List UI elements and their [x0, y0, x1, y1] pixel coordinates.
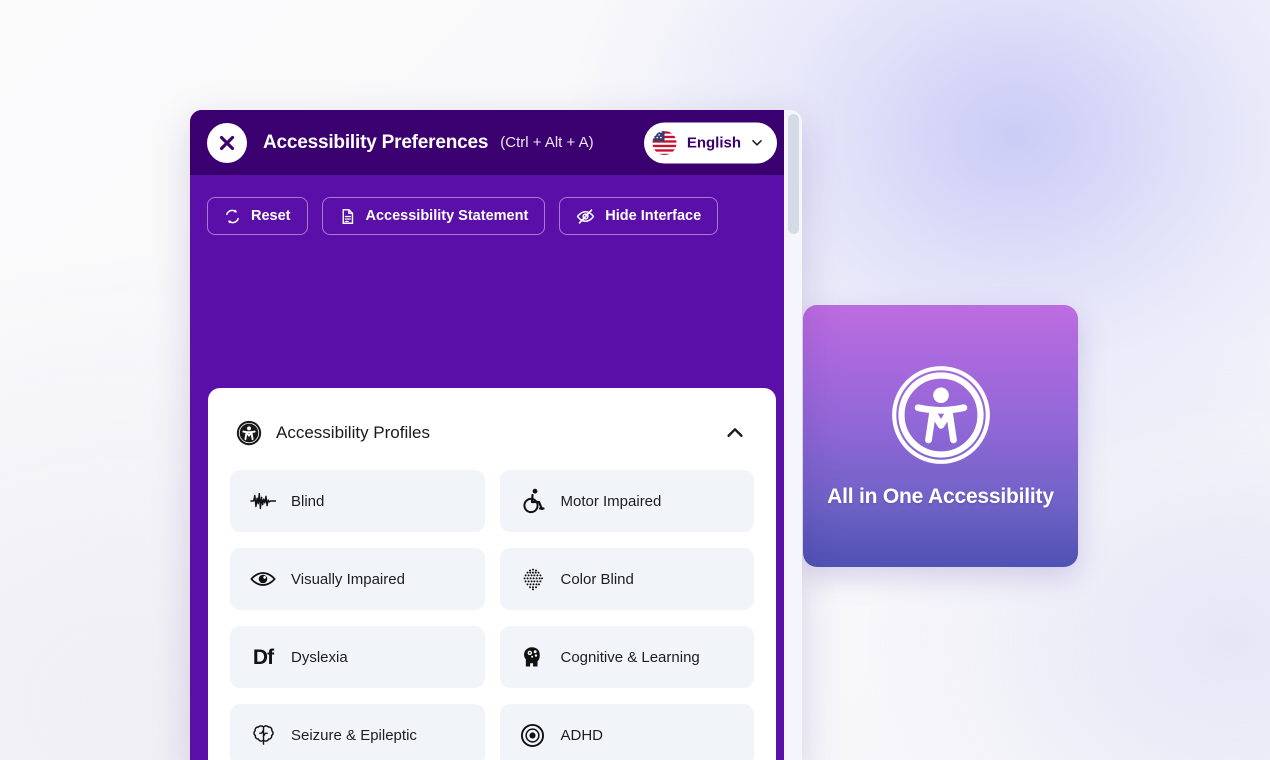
- accessibility-panel: Accessibility Preferences (Ctrl + Alt + …: [190, 110, 802, 760]
- profile-motor-impaired[interactable]: Motor Impaired: [499, 470, 754, 532]
- eye-icon: [250, 566, 276, 592]
- profile-blind[interactable]: Blind: [230, 470, 485, 532]
- df-letters-icon: Df: [252, 645, 274, 669]
- color-dots-icon: [520, 566, 546, 592]
- accessibility-statement-button[interactable]: Accessibility Statement: [321, 197, 546, 235]
- panel-content: Accessibility Preferences (Ctrl + Alt + …: [190, 110, 784, 760]
- profile-color-blind[interactable]: Color Blind: [499, 548, 754, 610]
- reset-button[interactable]: Reset: [207, 197, 308, 235]
- profile-adhd[interactable]: ADHD: [499, 704, 754, 760]
- promo-widget[interactable]: All in One Accessibility: [803, 305, 1078, 567]
- profile-label: Visually Impaired: [291, 570, 405, 588]
- document-icon: [342, 208, 353, 224]
- accessibility-person-icon: [891, 366, 990, 464]
- profile-visually-impaired[interactable]: Visually Impaired: [230, 548, 485, 610]
- sound-wave-icon: [250, 488, 276, 514]
- profile-dyslexia[interactable]: Df Dyslexia: [230, 626, 485, 688]
- panel-toolbar: Reset Accessibility Statement Hide Inter…: [190, 175, 784, 257]
- close-button[interactable]: [207, 122, 247, 163]
- accessibility-statement-label: Accessibility Statement: [365, 208, 529, 224]
- chevron-down-icon: [752, 139, 762, 146]
- target-circle-icon: [520, 722, 546, 748]
- profile-seizure-epileptic[interactable]: Seizure & Epileptic: [230, 704, 485, 760]
- profiles-grid: Blind Motor Impaired Visually Impaired C…: [230, 470, 754, 760]
- profiles-section-header[interactable]: Accessibility Profiles: [230, 414, 754, 446]
- profile-label: ADHD: [560, 726, 604, 744]
- profile-label: Cognitive & Learning: [560, 648, 700, 666]
- chevron-up-icon[interactable]: [724, 422, 746, 444]
- reset-label: Reset: [251, 208, 291, 224]
- profiles-section-title: Accessibility Profiles: [276, 423, 430, 442]
- profile-label: Dyslexia: [291, 648, 348, 666]
- close-x-icon: [219, 135, 235, 150]
- keyboard-shortcut: (Ctrl + Alt + A): [500, 134, 594, 151]
- profiles-card: Accessibility Profiles Blind Motor Impai…: [208, 388, 776, 760]
- accessibility-person-icon: [236, 420, 262, 446]
- page-title: Accessibility Preferences: [263, 131, 489, 153]
- scrollbar-thumb[interactable]: [788, 114, 799, 234]
- panel-scrollbar[interactable]: [784, 110, 802, 760]
- profile-label: Motor Impaired: [560, 492, 662, 510]
- profile-label: Seizure & Epileptic: [291, 726, 417, 744]
- us-flag-icon: [651, 129, 678, 156]
- profile-cognitive-learning[interactable]: Cognitive & Learning: [499, 626, 754, 688]
- eye-slash-icon: [576, 208, 595, 224]
- hide-interface-label: Hide Interface: [605, 208, 702, 224]
- panel-titlebar: Accessibility Preferences (Ctrl + Alt + …: [190, 110, 784, 175]
- refresh-icon: [226, 209, 239, 223]
- language-selector[interactable]: English: [643, 122, 777, 163]
- profile-label: Color Blind: [560, 570, 634, 588]
- language-label: English: [686, 134, 741, 151]
- brain-head-icon: [520, 644, 546, 670]
- wheelchair-icon: [520, 488, 546, 514]
- profile-label: Blind: [291, 492, 325, 510]
- hide-interface-button[interactable]: Hide Interface: [559, 197, 719, 235]
- brain-outline-icon: [250, 722, 276, 748]
- promo-title: All in One Accessibility: [827, 485, 1054, 508]
